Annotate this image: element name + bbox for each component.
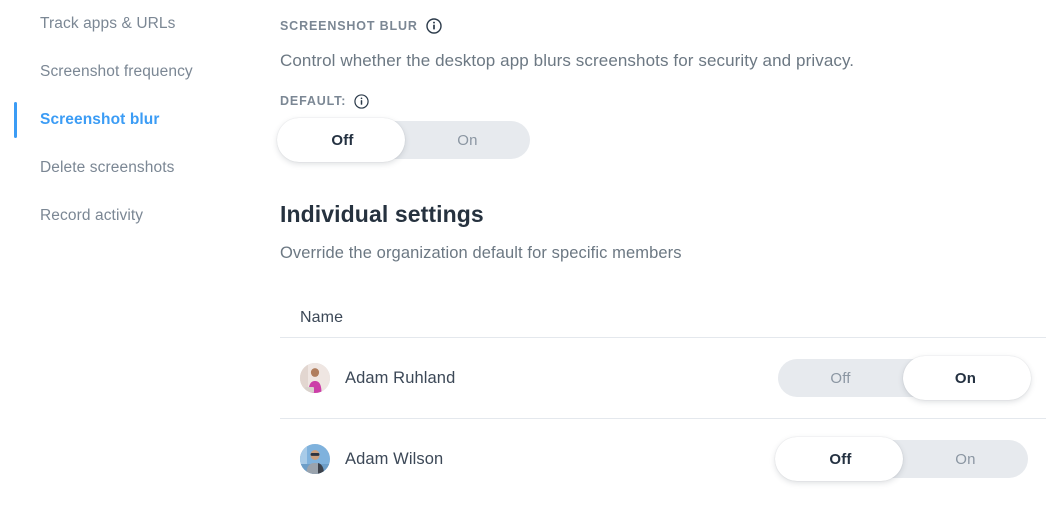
section-header: SCREENSHOT BLUR — [280, 16, 1064, 36]
toggle-option-on[interactable]: On — [405, 121, 530, 159]
info-icon[interactable] — [353, 93, 369, 109]
default-blur-toggle[interactable]: Off On — [277, 118, 530, 162]
sidebar-item-label: Screenshot frequency — [40, 63, 193, 80]
member-blur-toggle[interactable]: Off On — [775, 437, 1028, 481]
table-row: Adam Ruhland Off On — [280, 338, 1046, 418]
table-header-row: Name — [280, 299, 1046, 337]
member-name: Adam Ruhland — [345, 368, 456, 387]
column-header-name: Name — [300, 309, 344, 326]
sidebar-item-label: Track apps & URLs — [40, 15, 176, 32]
section-title: SCREENSHOT BLUR — [280, 19, 418, 33]
sidebar-item-delete-screenshots[interactable]: Delete screenshots — [0, 144, 280, 192]
sidebar-item-record-activity[interactable]: Record activity — [0, 192, 280, 240]
members-table: Name Adam Ruhland Off On Adam Wilson Off… — [280, 299, 1046, 499]
sidebar-item-screenshot-blur[interactable]: Screenshot blur — [0, 96, 280, 144]
default-label-row: DEFAULT: — [280, 92, 1064, 110]
toggle-option-off[interactable]: Off — [778, 359, 903, 397]
sidebar-item-track-apps-urls[interactable]: Track apps & URLs — [0, 0, 280, 48]
settings-sidebar: Track apps & URLs Screenshot frequency S… — [0, 0, 280, 505]
default-label: DEFAULT: — [280, 94, 347, 108]
sidebar-item-screenshot-frequency[interactable]: Screenshot frequency — [0, 48, 280, 96]
avatar — [300, 363, 330, 393]
toggle-option-off[interactable]: Off — [778, 440, 903, 478]
member-name: Adam Wilson — [345, 449, 444, 468]
page-subtitle: Override the organization default for sp… — [280, 244, 682, 262]
toggle-option-off[interactable]: Off — [280, 121, 405, 159]
sidebar-item-label: Record activity — [40, 207, 144, 224]
sidebar-item-label: Delete screenshots — [40, 159, 175, 176]
settings-main-panel: SCREENSHOT BLUR Control whether the desk… — [277, 0, 1064, 505]
table-row: Adam Wilson Off On — [280, 419, 1046, 499]
settings-page: Track apps & URLs Screenshot frequency S… — [0, 0, 1064, 505]
active-indicator-bar — [14, 102, 17, 138]
sidebar-item-label: Screenshot blur — [40, 111, 160, 128]
toggle-option-on[interactable]: On — [903, 359, 1028, 397]
section-description: Control whether the desktop app blurs sc… — [280, 51, 855, 70]
member-blur-toggle[interactable]: Off On — [778, 356, 1031, 400]
info-icon[interactable] — [426, 18, 442, 34]
page-title: Individual settings — [280, 201, 484, 227]
avatar — [300, 444, 330, 474]
toggle-option-on[interactable]: On — [903, 440, 1028, 478]
